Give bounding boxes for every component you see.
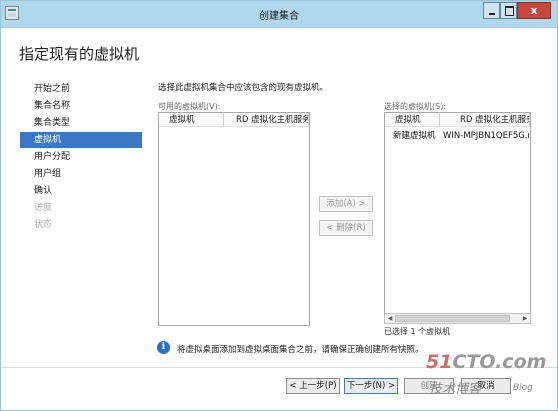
watermark-suffix: CTO.com bbox=[452, 351, 547, 373]
watermark-blog: Blog bbox=[513, 383, 533, 393]
scroll-thumb[interactable] bbox=[395, 315, 510, 322]
host-name-cell: WIN-MPJBN1QEF5G.rds.com bbox=[443, 131, 529, 141]
available-vms-label: 可用的虚拟机(V): bbox=[158, 102, 221, 111]
wizard-window: 创建集合 x 指定现有的虚拟机 开始之前 集合名称 集合类型 虚拟机 用户分配 … bbox=[0, 0, 558, 411]
vm-name-cell: 新建虚拟机 bbox=[393, 131, 436, 141]
instruction-text: 选择此虚拟机集合中应该包含的现有虚拟机。 bbox=[158, 83, 329, 93]
nav-item-collection-type[interactable]: 集合类型 bbox=[20, 115, 142, 131]
selected-count: 已选择 1 个虚拟机 bbox=[384, 327, 451, 336]
previous-button[interactable]: < 上一步(P) bbox=[286, 378, 340, 394]
selected-vms-list[interactable]: 虚拟机 RD 虚拟化主机服务器 新建虚拟机 WIN-MPJBN1QEF5G.rd… bbox=[384, 112, 531, 324]
scroll-right-icon[interactable]: ▶ bbox=[520, 314, 530, 323]
column-header-vm[interactable]: 虚拟机 bbox=[159, 113, 224, 127]
remove-button[interactable]: < 删除(R) bbox=[319, 220, 373, 236]
nav-item-before-you-begin[interactable]: 开始之前 bbox=[20, 81, 142, 97]
column-header-host[interactable]: RD 虚拟化主机服务器 bbox=[224, 113, 309, 127]
title-bar[interactable]: 创建集合 x bbox=[1, 1, 557, 28]
nav-item-confirmation[interactable]: 确认 bbox=[20, 183, 142, 199]
watermark-subtitle: 技术博客 bbox=[429, 382, 482, 397]
minimize-button[interactable] bbox=[483, 2, 500, 19]
page-title: 指定现有的虚拟机 bbox=[19, 45, 140, 63]
nav-item-progress: 进度 bbox=[34, 203, 53, 213]
column-header-host[interactable]: RD 虚拟化主机服务器 bbox=[440, 113, 530, 127]
info-message: 将虚拟桌面添加到虚拟桌面集合之前，请确保正确创建所有快照。 bbox=[177, 345, 424, 355]
selected-vms-label: 选择的虚拟机(S): bbox=[384, 102, 447, 111]
watermark-logo: 51CTO.com bbox=[426, 351, 546, 373]
nav-item-virtual-machines[interactable]: 虚拟机 bbox=[20, 132, 142, 148]
nav-item-status: 状态 bbox=[34, 220, 53, 230]
column-header-vm[interactable]: 虚拟机 bbox=[385, 113, 440, 127]
info-icon: i bbox=[157, 341, 170, 354]
watermark-prefix: 51 bbox=[426, 351, 453, 373]
next-button[interactable]: 下一步(N) > bbox=[344, 378, 398, 394]
add-button[interactable]: 添加(A) > bbox=[319, 196, 373, 212]
available-vms-list[interactable]: 虚拟机 RD 虚拟化主机服务器 bbox=[158, 112, 310, 326]
close-button[interactable]: x bbox=[517, 2, 551, 19]
nav-item-collection-name[interactable]: 集合名称 bbox=[20, 98, 142, 114]
scroll-left-icon[interactable]: ◀ bbox=[385, 314, 395, 323]
maximize-button[interactable] bbox=[500, 2, 517, 19]
horizontal-scrollbar[interactable]: ◀ ▶ bbox=[384, 313, 531, 324]
nav-item-user-groups[interactable]: 用户组 bbox=[20, 166, 142, 182]
nav-item-user-assignment[interactable]: 用户分配 bbox=[20, 149, 142, 165]
window-title: 创建集合 bbox=[259, 11, 299, 22]
